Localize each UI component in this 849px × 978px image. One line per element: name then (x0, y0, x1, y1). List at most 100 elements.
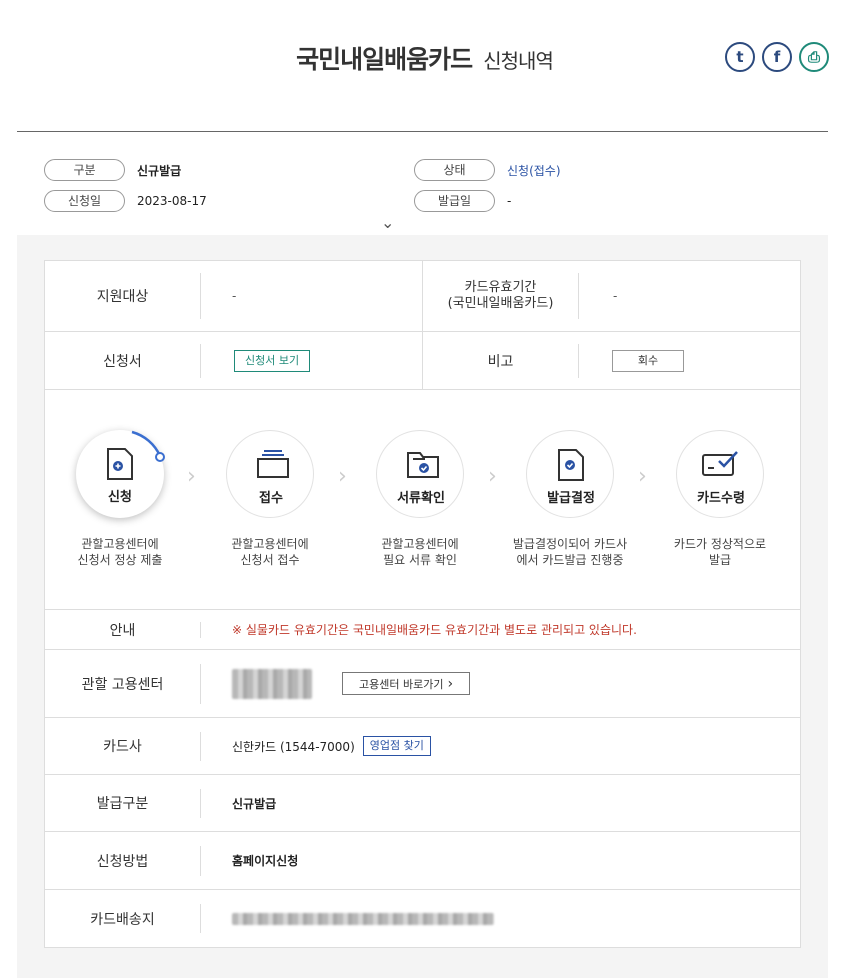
step-desc-line2: 필요 서류 확인 (383, 553, 457, 567)
view-form-button[interactable]: 신청서 보기 (234, 349, 311, 372)
notice-label: 안내 (109, 622, 136, 639)
delivery-label: 카드배송지 (90, 911, 155, 928)
center-value: 고용센터 바로가기 › (232, 650, 471, 717)
divider (200, 622, 201, 638)
printer-icon[interactable]: ⎙ (799, 42, 829, 72)
detail-row-method: 신청방법 홈페이지신청 (45, 832, 800, 890)
step-desc: 관할고용센터에 필요 서류 확인 (345, 536, 495, 568)
step-receipt: 카드수령 카드가 정상적으로 발급 (645, 430, 795, 568)
step-label: 카드수령 (697, 491, 745, 506)
step-decision: 발급결정 발급결정이되어 카드사 에서 카드발급 진행중 (495, 430, 645, 568)
page-header: 국민내일배움카드 신청내역 t f ⎙ (0, 0, 849, 130)
card-company-label: 카드사 (103, 739, 142, 755)
chevron-right-icon: › (447, 675, 454, 692)
detail-row-issue-type: 발급구분 신규발급 (45, 775, 800, 832)
note-label: 비고 (487, 353, 514, 370)
step-docs: 서류확인 관할고용센터에 필요 서류 확인 (345, 430, 495, 568)
tray-icon (257, 450, 289, 478)
step-desc-line2: 에서 카드발급 진행중 (516, 553, 624, 567)
validity-value: - (613, 289, 618, 303)
issue-type-value: 신규발급 (232, 796, 277, 811)
step-desc-line1: 관할고용센터에 (231, 537, 309, 551)
twitter-icon[interactable]: t (725, 42, 755, 72)
step-desc-line1: 발급결정이되어 카드사 (512, 537, 628, 551)
folder-check-icon (407, 452, 439, 478)
facebook-icon[interactable]: f (762, 42, 792, 72)
detail-row-notice: 안내 ※ 실물카드 유효기간은 국민내일배움카드 유효기간과 별도로 관리되고 … (45, 610, 800, 650)
document-check-icon (558, 449, 584, 481)
step-circle: 접수 (226, 430, 314, 518)
divider (200, 273, 201, 319)
divider (578, 273, 579, 319)
step-label: 서류확인 (397, 491, 445, 506)
info-row-form: 신청서 신청서 보기 비고 회수 (45, 332, 800, 390)
step-desc-line2: 신청서 접수 (240, 553, 300, 567)
center-label: 관할 고용센터 (81, 676, 164, 693)
card-company-text: 신한카드 (1544-7000) (232, 739, 355, 754)
summary-type: 구분 신규발급 (44, 159, 181, 181)
detail-box: 지원대상 - 카드유효기간 (국민내일배움카드) - 신청서 신청서 보기 비고 (44, 260, 801, 948)
type-value: 신규발급 (137, 163, 182, 178)
detail-row-center: 관할 고용센터 고용센터 바로가기 › (45, 650, 800, 718)
summary-status: 상태 신청(접수) (414, 159, 561, 181)
divider (200, 789, 201, 818)
issue-type-label: 발급구분 (96, 796, 149, 812)
step-apply: 신청 관할고용센터에 신청서 정상 제출 (45, 430, 195, 568)
step-circle: 발급결정 (526, 430, 614, 518)
delivery-value (232, 890, 494, 947)
type-pill: 구분 (44, 159, 125, 181)
issue-date-pill: 발급일 (414, 190, 495, 212)
expand-chevron-icon[interactable]: ⌄ (381, 213, 394, 232)
divider (200, 846, 201, 876)
info-row-target: 지원대상 - 카드유효기간 (국민내일배움카드) - (45, 261, 800, 332)
step-circle: 카드수령 (676, 430, 764, 518)
divider (578, 344, 579, 378)
status-pill: 상태 (414, 159, 495, 181)
redacted-center-name (232, 668, 312, 699)
go-to-center-label: 고용센터 바로가기 (359, 677, 444, 691)
validity-label: 카드유효기간 (국민내일배움카드) (423, 261, 578, 331)
target-label: 지원대상 (96, 289, 149, 305)
divider (200, 732, 201, 761)
step-desc-line1: 관할고용센터에 (381, 537, 459, 551)
step-label: 발급결정 (547, 491, 595, 506)
form-label: 신청서 (103, 353, 142, 370)
status-value: 신청(접수) (507, 163, 561, 178)
notice-text: ※ 실물카드 유효기간은 국민내일배움카드 유효기간과 별도로 관리되고 있습니… (232, 623, 637, 637)
step-desc-line1: 관할고용센터에 (81, 537, 159, 551)
step-desc: 관할고용센터에 신청서 접수 (195, 536, 345, 568)
target-value: - (232, 289, 237, 303)
share-buttons: t f ⎙ (725, 42, 829, 72)
validity-label-line2: (국민내일배움카드) (447, 296, 554, 311)
go-to-center-button[interactable]: 고용센터 바로가기 › (342, 672, 471, 695)
validity-label-line1: 카드유효기간 (464, 280, 537, 295)
page-title-main: 국민내일배움카드 (296, 45, 473, 74)
divider (200, 904, 201, 933)
issue-date-value: - (507, 194, 512, 208)
step-receive: 접수 관할고용센터에 신청서 접수 (195, 430, 345, 568)
divider (200, 344, 201, 378)
document-add-icon (107, 448, 133, 480)
progress-steps: 신청 관할고용센터에 신청서 정상 제출 › 접수 관할고용센터에 신청서 접수… (45, 390, 800, 610)
apply-date-value: 2023-08-17 (137, 194, 207, 208)
method-value: 홈페이지신청 (232, 854, 299, 868)
method-label: 신청방법 (96, 853, 149, 870)
step-circle: 신청 (76, 430, 165, 518)
card-check-icon (702, 451, 738, 476)
step-desc: 관할고용센터에 신청서 정상 제출 (45, 536, 195, 568)
withdraw-button[interactable]: 회수 (612, 349, 684, 372)
summary-issue-date: 발급일 - (414, 190, 511, 212)
find-branch-button[interactable]: 영업점 찾기 (362, 736, 431, 756)
summary-section: 구분 신규발급 상태 신청(접수) 신청일 2023-08-17 발급일 - ⌄ (17, 155, 828, 235)
step-desc-line2: 신청서 정상 제출 (77, 553, 163, 567)
detail-panel: 지원대상 - 카드유효기간 (국민내일배움카드) - 신청서 신청서 보기 비고 (17, 235, 828, 978)
step-circle: 서류확인 (376, 430, 464, 518)
summary-apply-date: 신청일 2023-08-17 (44, 190, 207, 212)
apply-date-pill: 신청일 (44, 190, 125, 212)
step-label: 접수 (259, 491, 283, 506)
detail-row-card-company: 카드사 신한카드 (1544-7000) 영업점 찾기 (45, 718, 800, 775)
page-title: 국민내일배움카드 신청내역 (0, 40, 849, 76)
page-title-sub: 신청내역 (483, 49, 554, 73)
note-button-wrap: 회수 (612, 332, 684, 389)
card-company-value: 신한카드 (1544-7000) 영업점 찾기 (232, 718, 431, 774)
